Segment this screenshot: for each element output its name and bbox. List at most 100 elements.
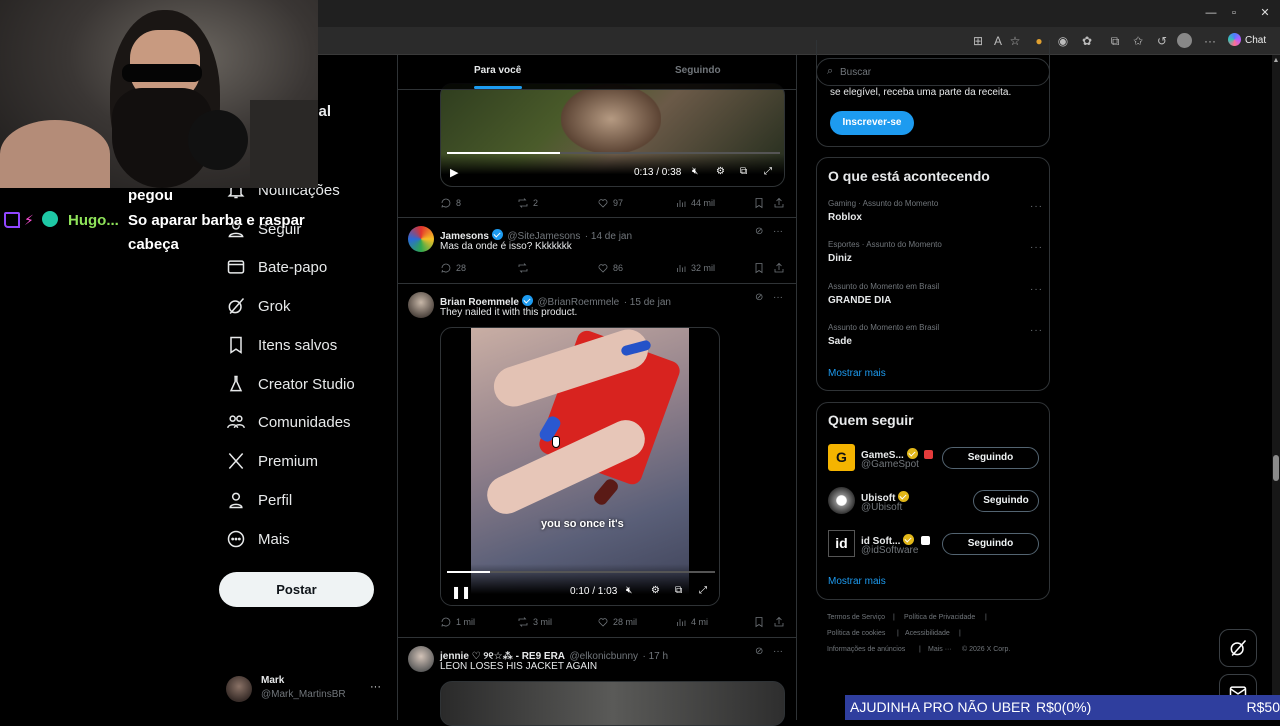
scrollbar-thumb[interactable] <box>1273 455 1279 481</box>
account-more-icon[interactable]: ··· <box>370 681 381 693</box>
close-window-button[interactable]: ✕ <box>1250 4 1280 22</box>
extension-game-icon[interactable]: ◉ <box>1054 32 1072 50</box>
bookmark-button[interactable] <box>753 262 765 274</box>
trend-more-icon[interactable]: ··· <box>1030 284 1043 295</box>
sidebar-item-communities[interactable]: Comunidades <box>226 404 351 440</box>
pip-icon[interactable]: ⧉ <box>740 166 747 177</box>
fullscreen-icon[interactable]: ⤢ <box>699 585 707 596</box>
pause-icon[interactable]: ❚❚ <box>451 585 471 599</box>
sidebar-item-profile[interactable]: Perfil <box>226 482 292 518</box>
page-scrollbar[interactable] <box>1272 55 1280 695</box>
tab-for-you[interactable]: Para você <box>474 65 521 76</box>
sidebar-item-label: Comunidades <box>258 413 351 431</box>
more-options-icon[interactable]: ··· <box>773 646 783 657</box>
video-player[interactable]: you so once it's ❚❚ 0:10 / 1:03 🔇︎ ⚙ ⧉ ⤢ <box>440 327 720 606</box>
trends-show-more-link[interactable]: Mostrar mais <box>828 368 886 379</box>
more-options-icon[interactable]: ··· <box>773 226 783 237</box>
following-button[interactable]: Seguindo <box>973 490 1039 512</box>
repost-button[interactable]: 2 <box>517 197 538 209</box>
who-show-more-link[interactable]: Mostrar mais <box>828 576 886 587</box>
extension-puzzle-icon[interactable]: ✿ <box>1078 32 1096 50</box>
avatar[interactable] <box>408 226 434 252</box>
trend-item[interactable]: Gaming · Assunto do Momento Roblox ··· <box>828 199 1043 223</box>
sidebar-item-creator-studio[interactable]: Creator Studio <box>226 366 355 402</box>
sidebar-item-more[interactable]: Mais <box>226 521 290 557</box>
follow-suggestion[interactable]: Ubisoft @Ubisoft Seguindo <box>828 487 1043 517</box>
grok-icon[interactable]: ⊘ <box>755 292 763 303</box>
following-button[interactable]: Seguindo <box>942 447 1039 469</box>
footer-more-link[interactable]: Mais ··· <box>928 646 952 653</box>
like-button[interactable]: 28 mil <box>597 616 637 628</box>
reply-button[interactable]: 8 <box>440 197 461 209</box>
repost-button[interactable] <box>517 262 533 274</box>
scroll-up-icon[interactable]: ▲ <box>1272 57 1280 64</box>
views-button[interactable]: 44 mil <box>675 197 715 209</box>
share-button[interactable] <box>773 197 785 209</box>
post-date[interactable]: · 15 de jan <box>624 297 671 308</box>
views-button[interactable]: 32 mil <box>675 262 715 274</box>
post-date[interactable]: · 17 h <box>642 651 668 662</box>
follow-suggestion[interactable]: G GameS... @GameSpot Seguindo <box>828 444 1043 474</box>
trend-item[interactable]: Esportes · Assunto do Momento Diniz ··· <box>828 240 1043 264</box>
following-button[interactable]: Seguindo <box>942 533 1039 555</box>
views-button[interactable]: 4 mi <box>675 616 708 628</box>
avatar[interactable] <box>408 292 434 318</box>
bookmark-button[interactable] <box>753 616 765 628</box>
trend-item[interactable]: Assunto do Momento em Brasil GRANDE DIA … <box>828 282 1043 306</box>
video-caption: you so once it's <box>541 518 624 530</box>
favorites-icon[interactable]: ✩ <box>1129 32 1147 50</box>
bookmark-button[interactable] <box>753 197 765 209</box>
reply-button[interactable]: 1 mil <box>440 616 475 628</box>
pip-icon[interactable]: ⧉ <box>675 585 682 596</box>
history-icon[interactable]: ↺ <box>1153 32 1171 50</box>
mute-icon[interactable]: 🔇︎ <box>626 585 632 596</box>
video-progress-track[interactable] <box>447 152 780 154</box>
footer-accessibility-link[interactable]: Acessibilidade <box>905 630 950 637</box>
mute-icon[interactable]: 🔇︎ <box>692 166 698 177</box>
collections-icon[interactable]: ⧉ <box>1106 32 1124 50</box>
post-media[interactable] <box>440 681 785 726</box>
post-date[interactable]: · 14 de jan <box>585 231 632 242</box>
share-button[interactable] <box>773 262 785 274</box>
copilot-chat-button[interactable]: Chat <box>1228 31 1274 51</box>
sidebar-item-bookmarks[interactable]: Itens salvos <box>226 327 337 363</box>
reply-button[interactable]: 28 <box>440 262 466 274</box>
footer-privacy-link[interactable]: Política de Privacidade <box>904 614 975 621</box>
trend-more-icon[interactable]: ··· <box>1030 201 1043 212</box>
avatar[interactable] <box>408 646 434 672</box>
grok-floating-button[interactable] <box>1219 629 1257 667</box>
trend-item[interactable]: Assunto do Momento em Brasil Sade ··· <box>828 323 1043 347</box>
suggestion-handle: @GameSpot <box>861 459 919 470</box>
sidebar-item-premium[interactable]: Premium <box>226 443 318 479</box>
settings-gear-icon[interactable]: ⚙ <box>651 585 660 596</box>
account-switcher[interactable]: Mark @Mark_MartinsBR ··· <box>226 672 386 706</box>
more-menu-icon[interactable]: ··· <box>1201 32 1219 50</box>
repost-button[interactable]: 3 mil <box>517 616 552 628</box>
grok-icon[interactable]: ⊘ <box>755 646 763 657</box>
post-button[interactable]: Postar <box>219 572 374 607</box>
sidebar-item-grok[interactable]: Grok <box>226 288 291 324</box>
like-button[interactable]: 97 <box>597 197 623 209</box>
trend-more-icon[interactable]: ··· <box>1030 325 1043 336</box>
video-progress-track[interactable] <box>447 571 715 573</box>
footer-ads-link[interactable]: Informações de anúncios <box>827 646 905 653</box>
bookmark-icon <box>226 335 246 355</box>
share-button[interactable] <box>773 616 785 628</box>
footer-cookies-link[interactable]: Política de cookies <box>827 630 885 637</box>
like-button[interactable]: 86 <box>597 262 623 274</box>
follow-suggestion[interactable]: id id Soft... @idSoftware Seguindo <box>828 530 1043 560</box>
tab-following[interactable]: Seguindo <box>675 65 721 76</box>
subscribe-button[interactable]: Inscrever-se <box>830 111 914 135</box>
trend-more-icon[interactable]: ··· <box>1030 242 1043 253</box>
footer-terms-link[interactable]: Termos de Serviço <box>827 614 885 621</box>
repost-icon <box>518 263 528 273</box>
more-options-icon[interactable]: ··· <box>773 292 783 303</box>
play-icon[interactable]: ▶ <box>450 166 458 179</box>
video-player[interactable]: ▶ 0:13 / 0:38 🔇︎ ⚙ ⧉ ⤢ <box>440 83 785 187</box>
profile-avatar-icon[interactable] <box>1177 33 1192 48</box>
grok-icon[interactable]: ⊘ <box>755 226 763 237</box>
maximize-button[interactable]: ▫ <box>1219 4 1249 22</box>
sidebar-item-chat[interactable]: Bate-papo <box>226 249 327 285</box>
settings-gear-icon[interactable]: ⚙ <box>716 166 725 177</box>
fullscreen-icon[interactable]: ⤢ <box>764 166 772 177</box>
